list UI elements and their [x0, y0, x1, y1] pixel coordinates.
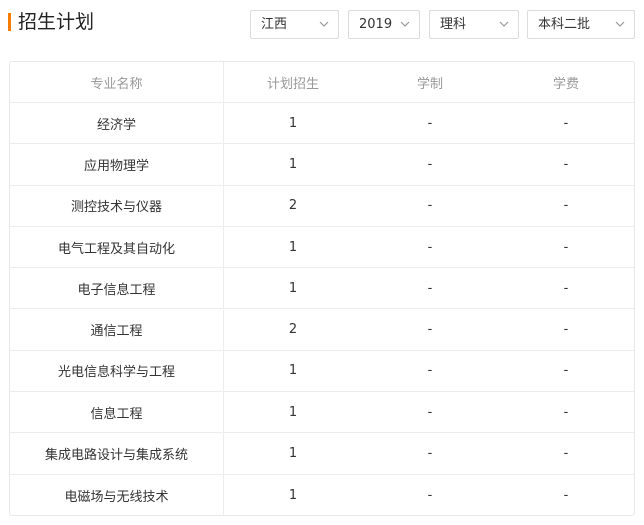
column-header-major: 专业名称: [10, 62, 224, 102]
cell-duration: -: [427, 487, 433, 503]
cell-major: 经济学: [10, 103, 224, 144]
table-row: 测控技术与仪器 2 - -: [10, 185, 634, 227]
cell-plan: 2: [288, 322, 298, 338]
table-row: 集成电路设计与集成系统 1 - -: [10, 433, 634, 475]
chevron-down-icon: [319, 19, 329, 29]
enrollment-plan-table: 专业名称 计划招生 学制 学费 经济学 1 - - 应用物理学 1 - - 测控技术与仪器 2 - -…: [9, 61, 635, 516]
cell-plan: 1: [288, 487, 298, 503]
cell-plan: 1: [288, 446, 298, 462]
cell-tuition: -: [563, 404, 569, 420]
subject-select-value: 理科: [440, 17, 467, 32]
cell-tuition: -: [563, 487, 569, 503]
cell-duration: -: [427, 239, 433, 255]
table-row: 电气工程及其自动化 1 - -: [10, 226, 634, 269]
column-header-plan: 计划招生: [266, 76, 319, 92]
cell-tuition: -: [563, 280, 569, 296]
cell-major: 电气工程及其自动化: [10, 226, 224, 268]
province-select[interactable]: 江西: [250, 10, 339, 39]
page-header: 招生计划 江西 2019 理科 本科二批: [0, 0, 644, 48]
cell-tuition: -: [563, 156, 569, 172]
cell-tuition: -: [563, 115, 569, 131]
cell-plan: 1: [288, 280, 298, 296]
cell-plan: 1: [288, 239, 298, 255]
chevron-down-icon: [499, 19, 509, 29]
cell-tuition: -: [563, 239, 569, 255]
table-row: 信息工程 1 - -: [10, 392, 634, 434]
chevron-down-icon: [615, 19, 625, 29]
column-header-tuition: 学费: [552, 76, 579, 92]
cell-plan: 2: [288, 198, 298, 214]
cell-major: 集成电路设计与集成系统: [10, 433, 224, 474]
cell-duration: -: [427, 404, 433, 420]
cell-duration: -: [427, 363, 433, 379]
table-row: 电磁场与无线技术 1 - -: [10, 474, 634, 515]
cell-major: 电磁场与无线技术: [10, 474, 224, 515]
cell-major: 通信工程: [10, 309, 224, 350]
chevron-down-icon: [400, 19, 410, 29]
cell-major: 光电信息科学与工程: [10, 350, 224, 392]
table-header-row: 专业名称 计划招生 学制 学费: [10, 62, 634, 103]
page-title: 招生计划: [18, 11, 95, 33]
table-row: 经济学 1 - -: [10, 103, 634, 145]
province-select-value: 江西: [261, 17, 288, 32]
table-row: 应用物理学 1 - -: [10, 144, 634, 186]
batch-select-value: 本科二批: [538, 17, 591, 32]
subject-select[interactable]: 理科: [429, 10, 519, 39]
cell-plan: 1: [288, 115, 298, 131]
year-select[interactable]: 2019: [348, 10, 420, 39]
cell-duration: -: [427, 446, 433, 462]
cell-duration: -: [427, 156, 433, 172]
cell-duration: -: [427, 280, 433, 296]
cell-plan: 1: [288, 363, 298, 379]
year-select-value: 2019: [359, 17, 393, 32]
cell-duration: -: [427, 198, 433, 214]
batch-select[interactable]: 本科二批: [527, 10, 635, 39]
cell-tuition: -: [563, 363, 569, 379]
cell-major: 测控技术与仪器: [10, 185, 224, 226]
cell-tuition: -: [563, 198, 569, 214]
cell-plan: 1: [288, 404, 298, 420]
cell-duration: -: [427, 115, 433, 131]
cell-major: 电子信息工程: [10, 268, 224, 309]
cell-plan: 1: [288, 156, 298, 172]
column-header-duration: 学制: [416, 76, 443, 92]
cell-major: 信息工程: [10, 392, 224, 433]
table-row: 电子信息工程 1 - -: [10, 268, 634, 310]
table-row: 光电信息科学与工程 1 - -: [10, 350, 634, 393]
cell-tuition: -: [563, 322, 569, 338]
cell-tuition: -: [563, 446, 569, 462]
cell-duration: -: [427, 322, 433, 338]
table-row: 通信工程 2 - -: [10, 309, 634, 351]
cell-major: 应用物理学: [10, 144, 224, 185]
title-accent-bar: [8, 13, 11, 31]
